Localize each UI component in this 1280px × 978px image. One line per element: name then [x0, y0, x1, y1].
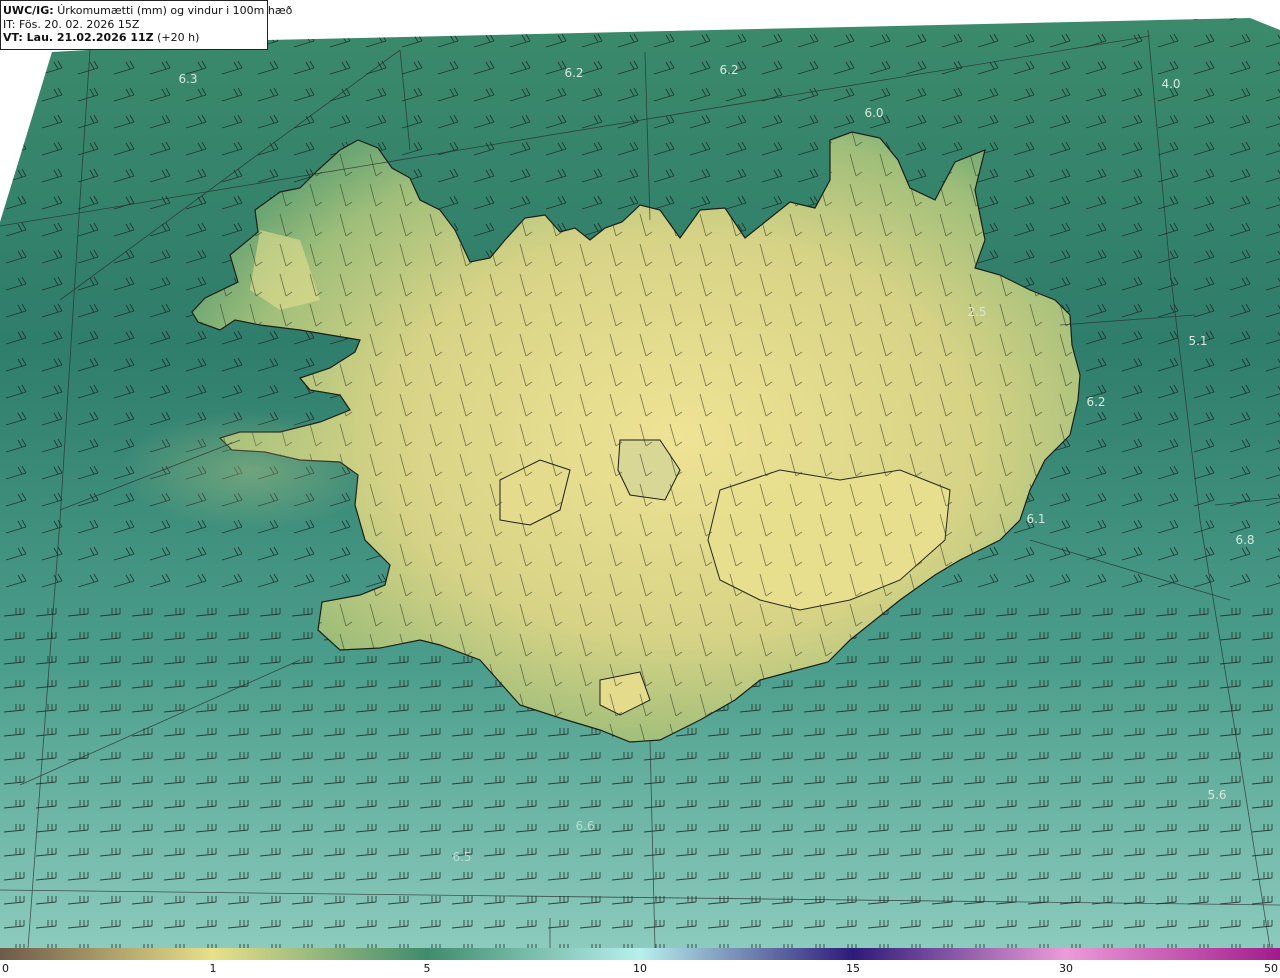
colorbar-strip — [0, 948, 1280, 960]
precip-glow-west — [120, 410, 380, 530]
field-value-label: 6.2 — [719, 63, 739, 77]
field-value-label: 6.3 — [178, 72, 198, 86]
field-value-label: 5.1 — [1188, 334, 1208, 348]
colorbar-tick-label: 5 — [423, 962, 431, 975]
title-line: UWC/IG: Úrkomumætti (mm) og vindur i 100… — [3, 4, 292, 18]
colorbar: 0 1 5 10 15 30 50 — [0, 948, 1280, 978]
field-value-label: 6.1 — [1026, 512, 1046, 526]
colorbar-tick-label: 0 — [2, 962, 9, 975]
map-canvas — [0, 0, 1280, 948]
colorbar-tick-label: 30 — [1059, 962, 1073, 975]
field-value-label: 5.6 — [1207, 788, 1227, 802]
forecast-offset: (+20 h) — [157, 31, 200, 44]
field-value-label: 6.0 — [864, 106, 884, 120]
valid-time-line: VT: Lau. 21.02.2026 11Z (+20 h) — [3, 31, 267, 45]
field-value-label: 6.2 — [564, 66, 584, 80]
map-title: Úrkomumætti (mm) og vindur i 100m hæð — [57, 4, 293, 17]
colorbar-tick-label: 10 — [633, 962, 647, 975]
map-info-box: UWC/IG: Úrkomumætti (mm) og vindur i 100… — [0, 0, 292, 50]
field-value-label: 6.2 — [1086, 395, 1106, 409]
colorbar-tick-label: 50 — [1264, 962, 1278, 975]
weather-map: UWC/IG: Úrkomumætti (mm) og vindur i 100… — [0, 0, 1280, 948]
field-value-label: 6.6 — [575, 819, 595, 833]
model-prefix: UWC/IG: — [3, 4, 54, 17]
colorbar-tick-label: 1 — [209, 962, 217, 975]
colorbar-tick-label: 15 — [846, 962, 860, 975]
field-value-label: 6.8 — [1235, 533, 1255, 547]
field-value-label: 6.5 — [452, 850, 472, 864]
valid-time: VT: Lau. 21.02.2026 11Z — [3, 31, 154, 44]
init-time: IT: Fös. 20. 02. 2026 15Z — [3, 17, 140, 31]
field-value-label: 4.0 — [1161, 77, 1181, 91]
field-value-label: 2.5 — [967, 305, 987, 319]
